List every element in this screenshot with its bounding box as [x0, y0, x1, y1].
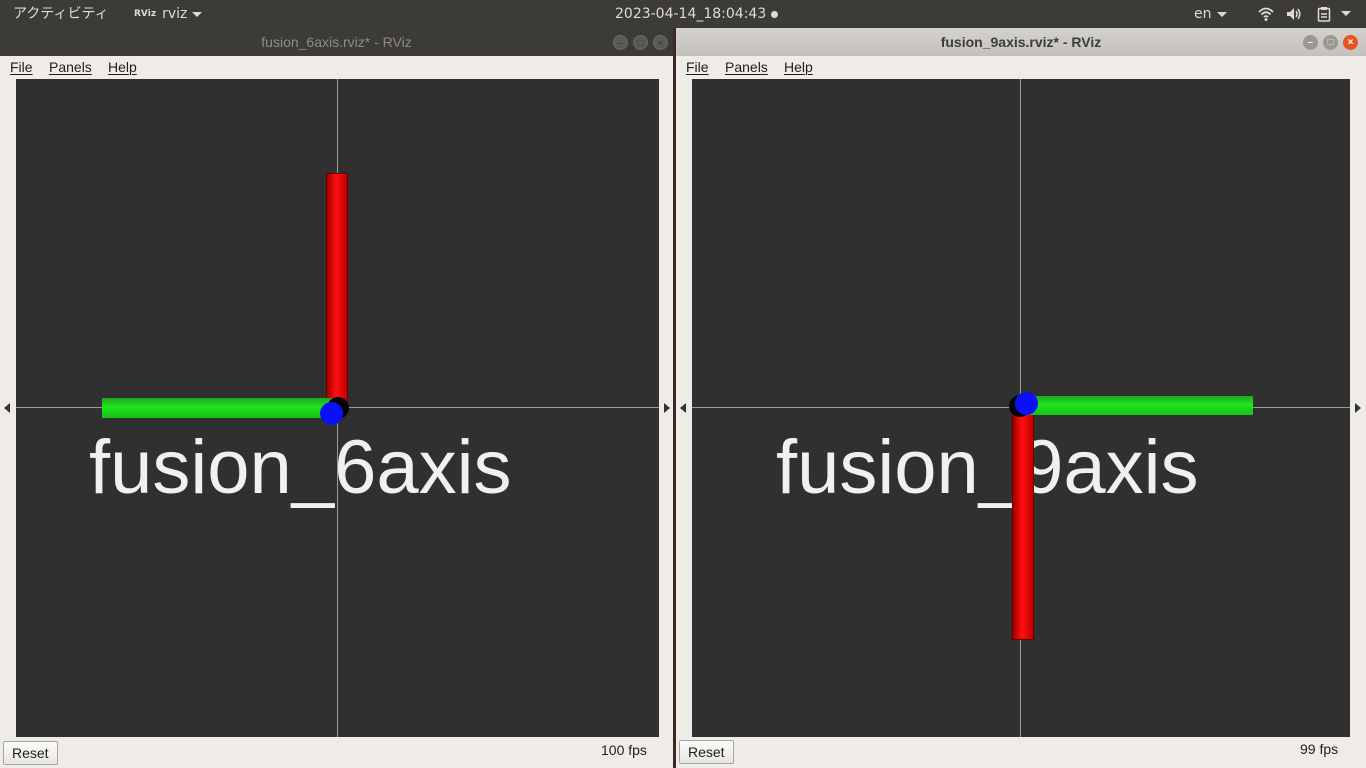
fps-counter: 100 fps [601, 742, 647, 758]
top-panel: アクティビティ RViz rviz 2023-04-14_18:04:43 en [0, 0, 1366, 28]
window-titlebar[interactable]: fusion_9axis.rviz* - RViz – □ × [676, 28, 1366, 56]
wifi-icon[interactable] [1258, 6, 1274, 22]
menu-panels[interactable]: Panels [725, 59, 768, 75]
3d-view[interactable]: fusion_9axis [692, 79, 1350, 737]
minimize-button[interactable]: – [613, 35, 628, 50]
frame-text-label: fusion_6axis [89, 425, 512, 510]
menu-file[interactable]: File [10, 59, 33, 75]
app-menu-label: rviz [162, 6, 188, 22]
clipboard-icon[interactable] [1316, 6, 1332, 22]
x-axis-arrow [326, 173, 348, 405]
z-axis-marker [320, 402, 343, 425]
rviz-window-9axis: fusion_9axis.rviz* - RViz – □ × File Pan… [676, 28, 1366, 768]
collapse-left-arrow-icon[interactable] [680, 403, 686, 413]
z-axis-marker [1015, 392, 1038, 415]
app-menu[interactable]: RViz rviz [134, 0, 203, 28]
menubar: File Panels Help [676, 56, 1366, 79]
language-menu[interactable]: en [1194, 0, 1227, 28]
collapse-right-arrow-icon[interactable] [1355, 403, 1361, 413]
y-axis-arrow [1022, 396, 1253, 415]
notification-dot-icon [771, 10, 779, 18]
window-title: fusion_6axis.rviz* - RViz [261, 34, 412, 50]
clock[interactable]: 2023-04-14_18:04:43 [615, 0, 779, 28]
3d-view[interactable]: fusion_6axis [16, 79, 659, 737]
reset-button[interactable]: Reset [3, 741, 58, 765]
minimize-button[interactable]: – [1303, 35, 1318, 50]
language-label: en [1194, 6, 1212, 22]
system-menu-chevron-icon[interactable] [1341, 11, 1351, 16]
x-axis-arrow [1012, 407, 1034, 640]
rviz-app-icon: RViz [134, 9, 157, 19]
window-titlebar[interactable]: fusion_6axis.rviz* - RViz – □ × [0, 28, 673, 56]
menu-file[interactable]: File [686, 59, 709, 75]
rviz-window-6axis: fusion_6axis.rviz* - RViz – □ × File Pan… [0, 28, 673, 768]
maximize-button[interactable]: □ [1323, 35, 1338, 50]
collapse-left-arrow-icon[interactable] [4, 403, 10, 413]
window-title: fusion_9axis.rviz* - RViz [940, 34, 1102, 50]
chevron-down-icon [1216, 11, 1227, 17]
maximize-button[interactable]: □ [633, 35, 648, 50]
collapse-right-arrow-icon[interactable] [664, 403, 670, 413]
close-button[interactable]: × [653, 35, 668, 50]
menubar: File Panels Help [0, 56, 673, 79]
menu-help[interactable]: Help [784, 59, 813, 75]
menu-help[interactable]: Help [108, 59, 137, 75]
clock-text: 2023-04-14_18:04:43 [615, 6, 767, 22]
frame-text-label: fusion_9axis [776, 425, 1199, 510]
reset-button[interactable]: Reset [679, 740, 734, 764]
menu-panels[interactable]: Panels [49, 59, 92, 75]
volume-icon[interactable] [1286, 6, 1302, 22]
fps-counter: 99 fps [1300, 741, 1339, 757]
close-button[interactable]: × [1343, 35, 1358, 50]
y-axis-arrow [102, 398, 338, 418]
activities-button[interactable]: アクティビティ [13, 0, 109, 28]
chevron-down-icon [192, 11, 203, 17]
